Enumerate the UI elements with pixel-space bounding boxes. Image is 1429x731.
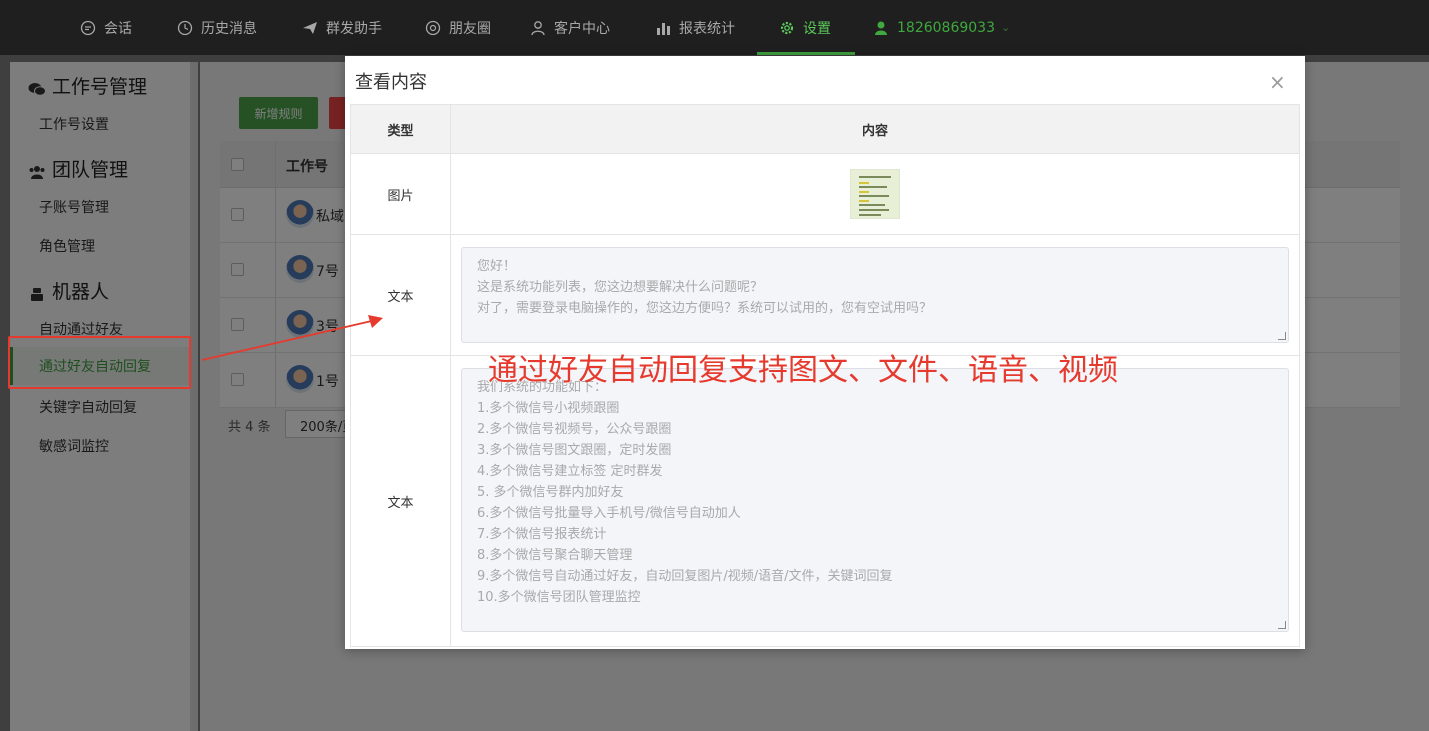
modal-title: 查看内容 bbox=[355, 72, 427, 93]
send-icon bbox=[302, 20, 318, 36]
nav-item-reports[interactable]: 报表统计 bbox=[655, 0, 735, 55]
nav-item-moments[interactable]: 朋友圈 bbox=[425, 0, 491, 55]
annotation-callout: 通过好友自动回复支持图文、文件、语音、视频 bbox=[488, 353, 1118, 388]
nav-item-history[interactable]: 历史消息 bbox=[177, 0, 257, 55]
nav-label: 会话 bbox=[104, 20, 132, 37]
nav-label: 设置 bbox=[803, 20, 831, 37]
nav-item-broadcast[interactable]: 群发助手 bbox=[302, 0, 382, 55]
user-icon bbox=[530, 20, 546, 36]
aperture-icon bbox=[425, 20, 441, 36]
column-header-content: 内容 bbox=[861, 123, 888, 139]
nav-item-customers[interactable]: 客户中心 bbox=[530, 0, 610, 55]
nav-item-settings[interactable]: 设置 bbox=[757, 0, 855, 55]
nav-label: 群发助手 bbox=[326, 20, 382, 37]
content-row-text: 文本 我们系统的功能如下： 1.多个微信号小视频跟圈 2.多个微信号视频号，公众… bbox=[351, 356, 1299, 646]
content-row-text: 文本 您好！ 这是系统功能列表，您这边想要解决什么问题呢？ 对了，需要登录电脑操… bbox=[351, 235, 1299, 356]
arrow-icon bbox=[201, 315, 383, 361]
chat-bubble-icon bbox=[80, 20, 96, 36]
column-header-type: 类型 bbox=[351, 105, 451, 153]
user-phone: 18260869033 bbox=[897, 19, 995, 36]
row-type: 图片 bbox=[351, 154, 451, 234]
user-icon bbox=[873, 20, 889, 36]
content-row-image: 图片 bbox=[351, 154, 1299, 235]
nav-label: 客户中心 bbox=[554, 20, 610, 37]
nav-label: 历史消息 bbox=[201, 20, 257, 37]
row-type: 文本 bbox=[351, 356, 451, 646]
reply-textarea[interactable]: 您好！ 这是系统功能列表，您这边想要解决什么问题呢？ 对了，需要登录电脑操作的，… bbox=[461, 247, 1289, 343]
top-nav: 会话 历史消息 群发助手 朋友圈 客户中心 报表统计 设置 1826086903… bbox=[0, 0, 1429, 55]
user-menu[interactable]: 18260869033 ⌄ bbox=[873, 0, 1010, 55]
nav-item-chat[interactable]: 会话 bbox=[80, 0, 132, 55]
reply-textarea[interactable]: 我们系统的功能如下： 1.多个微信号小视频跟圈 2.多个微信号视频号，公众号跟圈… bbox=[461, 368, 1289, 632]
bar-chart-icon bbox=[655, 20, 671, 36]
nav-label: 朋友圈 bbox=[449, 20, 491, 37]
chevron-down-icon: ⌄ bbox=[1000, 21, 1011, 34]
close-icon[interactable]: × bbox=[1269, 72, 1286, 92]
image-thumbnail[interactable] bbox=[850, 169, 900, 219]
content-table-header: 类型 内容 bbox=[351, 105, 1299, 154]
highlight-box bbox=[8, 336, 191, 389]
clock-icon bbox=[177, 20, 193, 36]
gear-icon bbox=[779, 20, 795, 36]
nav-label: 报表统计 bbox=[679, 20, 735, 37]
